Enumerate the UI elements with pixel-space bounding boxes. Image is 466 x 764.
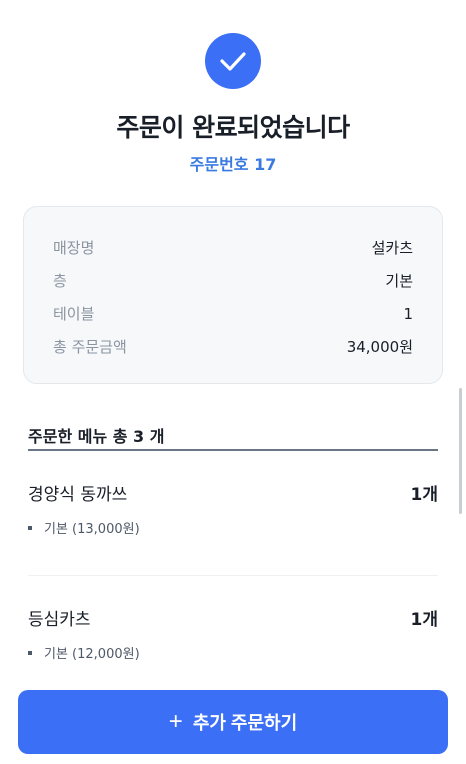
list-item: 경양식 동까쓰 1개 기본 (13,000원) (28, 480, 438, 537)
page-title: 주문이 완료되었습니다 (116, 113, 350, 142)
order-number: 주문번호 17 (189, 155, 277, 174)
info-value: 34,000원 (346, 338, 413, 356)
divider (28, 575, 438, 576)
info-value: 설카츠 (371, 239, 413, 257)
menu-option: 기본 (13,000원) (44, 522, 140, 537)
info-row-total: 총 주문금액 34,000원 (53, 330, 413, 363)
info-value: 기본 (385, 272, 413, 290)
info-label: 매장명 (53, 239, 95, 257)
info-row-store: 매장명 설카츠 (53, 231, 413, 264)
menu-option: 기본 (12,000원) (44, 647, 140, 662)
bullet-icon (28, 650, 32, 655)
add-order-label: 추가 주문하기 (192, 713, 298, 733)
menu-name: 등심카츠 (28, 610, 91, 630)
info-label: 총 주문금액 (53, 338, 127, 356)
plus-icon: + (168, 708, 183, 735)
list-item: 등심카츠 1개 기본 (12,000원) (28, 605, 438, 662)
info-label: 층 (53, 272, 67, 290)
bullet-icon (28, 525, 32, 530)
menu-name: 경양식 동까쓰 (28, 485, 128, 505)
menu-quantity: 1개 (410, 610, 438, 630)
success-check-icon (205, 33, 261, 89)
info-row-table: 테이블 1 (53, 297, 413, 330)
menu-list-header: 주문한 메뉴 총 3 개 (28, 423, 438, 451)
info-value: 1 (403, 304, 413, 323)
scrollbar[interactable] (459, 388, 462, 514)
info-label: 테이블 (53, 305, 95, 323)
order-info-card: 매장명 설카츠 층 기본 테이블 1 총 주문금액 34,000원 (23, 206, 443, 384)
add-order-button[interactable]: + 추가 주문하기 (18, 690, 448, 754)
info-row-floor: 층 기본 (53, 264, 413, 297)
menu-quantity: 1개 (410, 485, 438, 505)
